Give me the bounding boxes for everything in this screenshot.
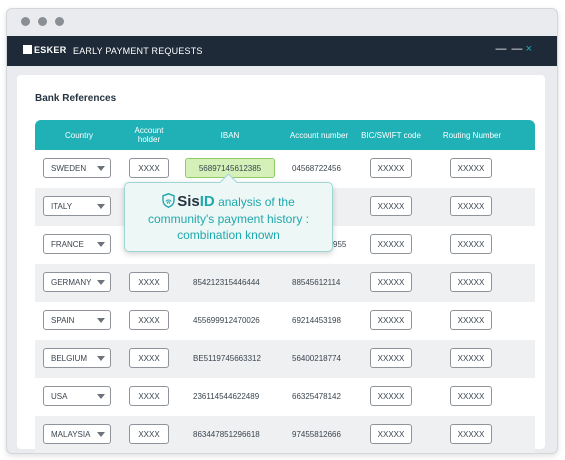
- routing-number-field[interactable]: XXXXX: [450, 234, 492, 254]
- table-header: Country Account holder IBAN Account numb…: [35, 120, 535, 150]
- account-holder-field[interactable]: XXXX: [129, 310, 169, 330]
- country-select[interactable]: BELGIUM: [43, 348, 111, 368]
- account-number-cell: 04568722456: [292, 164, 341, 173]
- tooltip-line-1: SisID analysis of the: [125, 193, 332, 210]
- bic-swift-field[interactable]: XXXXX: [370, 310, 412, 330]
- shield-fingerprint-icon: [162, 193, 175, 208]
- country-select[interactable]: USA: [43, 386, 111, 406]
- bic-swift-field[interactable]: XXXXX: [370, 348, 412, 368]
- country-value: BELGIUM: [51, 354, 88, 363]
- tooltip-line-2: community's payment history :: [147, 212, 309, 226]
- window-dot-icon[interactable]: [38, 17, 47, 26]
- col-header-country: Country: [64, 130, 93, 140]
- iban-cell: 236114544622489: [193, 392, 260, 401]
- table-row: USA XXXX 236114544622489 66325478142 XXX…: [35, 378, 535, 416]
- sisid-brand: SisID: [177, 193, 215, 210]
- minimize-icon[interactable]: — —: [496, 43, 524, 55]
- country-value: MALAYSIA: [51, 430, 91, 439]
- account-holder-field[interactable]: XXXX: [129, 158, 169, 178]
- country-value: USA: [51, 392, 68, 401]
- country-value: SWEDEN: [51, 164, 87, 173]
- iban-cell: 863447851296618: [193, 430, 260, 439]
- country-value: GERMANY: [51, 278, 92, 287]
- account-holder-field[interactable]: XXXX: [129, 272, 169, 292]
- window-dot-icon[interactable]: [55, 17, 64, 26]
- routing-number-field[interactable]: XXXXX: [450, 158, 492, 178]
- country-select[interactable]: MALAYSIA: [43, 424, 111, 444]
- country-select[interactable]: SPAIN: [43, 310, 111, 330]
- sisid-tooltip: SisID analysis of the community's paymen…: [124, 173, 333, 252]
- col-header-account-number: Account number: [289, 130, 349, 140]
- country-value: ITALY: [51, 202, 73, 211]
- close-icon[interactable]: ×: [526, 43, 533, 55]
- section-title: Bank References: [35, 93, 117, 104]
- routing-number-field[interactable]: XXXXX: [450, 196, 492, 216]
- sisid-brand-sis: Sis: [177, 193, 200, 210]
- bic-swift-field[interactable]: XXXXX: [370, 272, 412, 292]
- country-select[interactable]: ITALY: [43, 196, 111, 216]
- country-select[interactable]: GERMANY: [43, 272, 111, 292]
- routing-number-field[interactable]: XXXXX: [450, 386, 492, 406]
- app-title: EARLY PAYMENT REQUESTS: [73, 46, 203, 56]
- col-header-bic-swift: BIC/SWIFT code: [361, 130, 421, 140]
- table-row: SPAIN XXXX 455699912470026 69214453198 X…: [35, 302, 535, 340]
- account-number-cell: 88545612114: [292, 278, 341, 287]
- table-row: MALAYSIA XXXX 863447851296618 9745581266…: [35, 416, 535, 453]
- chevron-down-icon: [97, 204, 105, 209]
- account-number-cell: 56400218774: [292, 354, 341, 363]
- chevron-down-icon: [97, 242, 105, 247]
- sisid-brand-id: ID: [199, 193, 215, 210]
- chevron-down-icon: [97, 394, 105, 399]
- bic-swift-field[interactable]: XXXXX: [370, 424, 412, 444]
- country-value: SPAIN: [51, 316, 75, 325]
- window-dot-icon[interactable]: [21, 17, 30, 26]
- country-select[interactable]: FRANCE: [43, 234, 111, 254]
- chevron-down-icon: [97, 356, 105, 361]
- routing-number-field[interactable]: XXXXX: [450, 272, 492, 292]
- chevron-down-icon: [97, 166, 105, 171]
- iban-cell: 854212315446444: [193, 278, 260, 287]
- bic-swift-field[interactable]: XXXXX: [370, 386, 412, 406]
- col-header-iban: IBAN: [220, 130, 240, 140]
- routing-number-field[interactable]: XXXXX: [450, 424, 492, 444]
- app-header: ESKER EARLY PAYMENT REQUESTS — — ×: [7, 36, 557, 66]
- account-number-cell: 955: [333, 240, 347, 249]
- col-header-routing-number: Routing Number: [442, 130, 502, 140]
- country-select[interactable]: SWEDEN: [43, 158, 111, 178]
- tooltip-text-1: analysis of the: [218, 195, 295, 209]
- account-holder-field[interactable]: XXXX: [129, 424, 169, 444]
- account-number-cell: 69214453198: [292, 316, 341, 325]
- chevron-down-icon: [97, 318, 105, 323]
- bic-swift-field[interactable]: XXXXX: [370, 196, 412, 216]
- esker-logo: ESKER: [23, 45, 67, 55]
- window-dots: [21, 17, 64, 26]
- bic-swift-field[interactable]: XXXXX: [370, 234, 412, 254]
- table-row: BELGIUM XXXX BE5119745663312 56400218774…: [35, 340, 535, 378]
- bank-references-panel: Bank References Country Account holder I…: [17, 75, 545, 453]
- country-value: FRANCE: [51, 240, 84, 249]
- account-number-cell: 97455812666: [292, 430, 341, 439]
- bic-swift-field[interactable]: XXXXX: [370, 158, 412, 178]
- iban-cell: 455699912470026: [193, 316, 260, 325]
- col-header-account-holder: Account holder: [134, 126, 164, 144]
- iban-cell: BE5119745663312: [193, 354, 261, 363]
- routing-number-field[interactable]: XXXXX: [450, 310, 492, 330]
- chevron-down-icon: [97, 280, 105, 285]
- window-controls[interactable]: — — ×: [496, 43, 534, 55]
- routing-number-field[interactable]: XXXXX: [450, 348, 492, 368]
- logo-mark-icon: [23, 45, 32, 54]
- table-row: GERMANY XXXX 854212315446444 88545612114…: [35, 264, 535, 302]
- logo-text: ESKER: [34, 45, 67, 55]
- account-holder-field[interactable]: XXXX: [129, 348, 169, 368]
- tooltip-line-3: combination known: [177, 228, 280, 242]
- chevron-down-icon: [97, 432, 105, 437]
- account-holder-field[interactable]: XXXX: [129, 386, 169, 406]
- account-number-cell: 66325478142: [292, 392, 341, 401]
